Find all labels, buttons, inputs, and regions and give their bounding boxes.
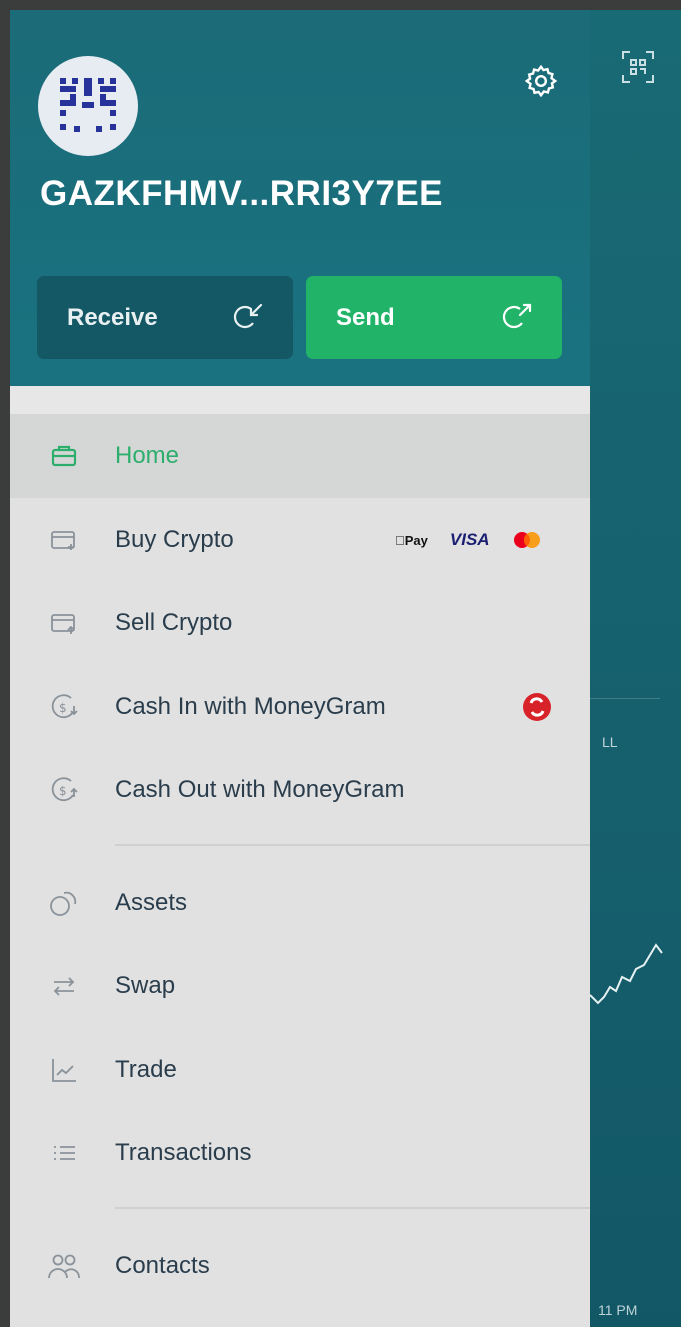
menu-item-label: Trade (115, 1056, 177, 1083)
gear-icon (524, 64, 558, 98)
menu-item-transactions[interactable]: Transactions (10, 1111, 590, 1195)
menu-item-label: Contacts (115, 1252, 210, 1279)
chart-icon (46, 1052, 82, 1088)
payment-logos: Pay VISA (395, 530, 542, 550)
drawer-header: GAZKFHMV...RRI3Y7EE Receive Send (10, 10, 590, 386)
avatar[interactable] (38, 56, 138, 156)
receive-label: Receive (67, 303, 158, 331)
menu-item-label: Home (115, 442, 180, 469)
assets-icon (46, 885, 82, 921)
svg-text:$: $ (59, 784, 67, 798)
settings-button[interactable] (520, 60, 562, 102)
background-screen (590, 10, 681, 1327)
menu-divider (115, 844, 590, 846)
background-divider (590, 698, 660, 699)
menu-item-label: Swap (115, 972, 176, 999)
svg-text:$: $ (59, 701, 67, 715)
send-button[interactable]: Send (306, 276, 562, 359)
menu-item-assets[interactable]: Assets (10, 861, 590, 945)
menu-item-contacts[interactable]: Contacts (10, 1224, 590, 1308)
background-time-label: 11 PM (598, 1302, 638, 1318)
qr-scan-icon[interactable] (621, 50, 655, 84)
receive-button[interactable]: Receive (37, 276, 293, 359)
swap-icon (46, 968, 82, 1004)
menu-item-buy-crypto[interactable]: Buy Crypto Pay VISA (10, 498, 590, 582)
menu-item-trade[interactable]: Trade (10, 1028, 590, 1112)
menu-item-label: Cash In with MoneyGram (115, 693, 386, 720)
menu-item-swap[interactable]: Swap (10, 944, 590, 1028)
card-in-icon (46, 522, 82, 558)
send-arrow-icon (502, 303, 532, 328)
list-icon (46, 1135, 82, 1171)
app-frame: LL 11 PM GAZKFHMV...RRI3Y7EE Receive Sen… (10, 10, 681, 1327)
receive-arrow-icon (233, 303, 263, 328)
apple-pay-logo: Pay (395, 532, 428, 548)
cash-in-icon: $ (46, 689, 82, 725)
cash-out-icon: $ (46, 772, 82, 808)
menu-item-cash-in[interactable]: $ Cash In with MoneyGram (10, 665, 590, 749)
identicon-icon (60, 78, 116, 132)
mastercard-icon (513, 532, 540, 548)
background-filter-label: LL (602, 734, 618, 750)
card-out-icon (46, 605, 82, 641)
menu-item-label: Buy Crypto (115, 526, 234, 553)
menu-divider (115, 1207, 590, 1209)
wallet-address[interactable]: GAZKFHMV...RRI3Y7EE (40, 174, 443, 214)
menu-spacer (10, 386, 590, 414)
menu-item-label: Sell Crypto (115, 609, 233, 636)
menu-item-label: Cash Out with MoneyGram (115, 776, 405, 803)
navigation-drawer: GAZKFHMV...RRI3Y7EE Receive Send Home Bu… (10, 10, 590, 1327)
send-label: Send (336, 303, 395, 331)
moneygram-logo-icon (523, 693, 551, 721)
menu-item-sell-crypto[interactable]: Sell Crypto (10, 581, 590, 665)
wallet-icon (46, 438, 82, 474)
contacts-icon (46, 1248, 82, 1284)
menu-item-label: Transactions (115, 1139, 252, 1166)
background-sparkline (590, 943, 663, 1005)
menu-item-home[interactable]: Home (10, 414, 590, 498)
menu-item-label: Assets (115, 889, 188, 916)
visa-logo: VISA (440, 530, 490, 549)
menu-item-cash-out[interactable]: $ Cash Out with MoneyGram (10, 748, 590, 832)
